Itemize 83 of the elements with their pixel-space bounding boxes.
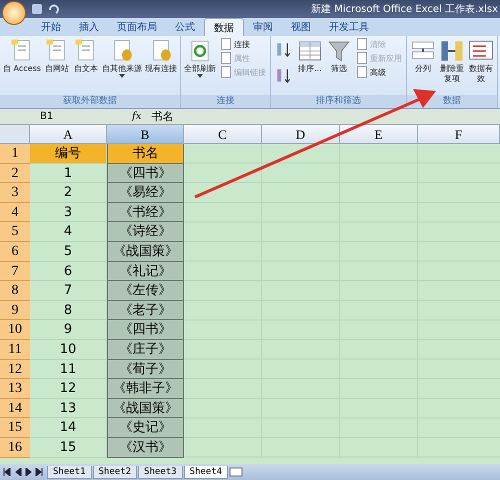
document-icon (220, 38, 232, 50)
table-cell: 《左传》 (107, 281, 184, 301)
ribbon-button[interactable]: 自网站 (42, 38, 71, 74)
table-cell: 《庄子》 (107, 340, 184, 360)
sheet-tab[interactable]: Sheet1 (47, 466, 92, 478)
table-cell: 《四书》 (107, 320, 184, 340)
row-header[interactable]: 3 (0, 183, 30, 203)
formula-field[interactable]: 书名 (151, 109, 174, 124)
ribbon-tab[interactable]: 公式 (166, 18, 204, 36)
row-header[interactable]: 1 (0, 144, 30, 164)
table-cell: 《礼记》 (107, 262, 184, 282)
row-header[interactable]: 6 (0, 242, 30, 262)
ribbon-tab[interactable]: 页面布局 (108, 18, 166, 36)
ribbon-button[interactable]: 现有连接 (144, 38, 178, 74)
column-header[interactable]: C (184, 125, 262, 144)
office-button[interactable] (2, 1, 26, 25)
ribbon-button[interactable]: 全部刷新 (182, 38, 217, 78)
ribbon-button[interactable]: 自 Access (2, 38, 42, 74)
row-header[interactable]: 8 (0, 281, 30, 301)
table-cell: 《易经》 (107, 183, 184, 203)
table-cell: 《史记》 (107, 418, 184, 438)
table-cell: 《战国策》 (107, 398, 184, 418)
ribbon-tab[interactable]: 视图 (282, 18, 320, 36)
sheet-tab[interactable]: Sheet3 (138, 466, 183, 478)
table-cell: 《诗经》 (107, 222, 184, 242)
ribbon-tab[interactable]: 开发工具 (320, 18, 378, 36)
row-header[interactable]: 2 (0, 164, 30, 184)
table-cell: 《书经》 (107, 202, 184, 222)
sheet-navigation-icon[interactable] (3, 468, 43, 476)
document-icon (356, 38, 368, 50)
ribbon-button[interactable]: 分列 (408, 38, 437, 74)
ribbon-tab[interactable]: 插入 (70, 18, 108, 36)
sheet-tab[interactable]: Sheet4 (184, 466, 228, 478)
table-cell: 编号 (30, 144, 107, 164)
ribbon-tab[interactable]: 审阅 (244, 18, 282, 36)
ribbon-button[interactable]: 数据有效 (466, 38, 495, 84)
ribbon-button[interactable]: 筛选 (324, 38, 353, 74)
row-header[interactable]: 12 (0, 360, 30, 380)
row-header[interactable]: 14 (0, 398, 30, 418)
row-header[interactable]: 4 (0, 202, 30, 222)
column-header[interactable]: D (262, 125, 340, 144)
document-icon (356, 66, 368, 78)
ribbon-tab[interactable]: 开始 (32, 18, 70, 36)
column-header[interactable]: F (418, 125, 500, 144)
name-box[interactable]: B1 (0, 111, 92, 122)
ribbon-button[interactable]: 自文本 (72, 38, 100, 74)
document-icon (220, 52, 232, 64)
function-label[interactable]: fx (132, 111, 142, 122)
ribbon-button[interactable]: 排序... (296, 38, 324, 74)
row-header[interactable]: 9 (0, 300, 30, 320)
row-header[interactable]: 7 (0, 262, 30, 282)
new-sheet-icon[interactable] (229, 467, 244, 477)
group-label: 连接 (180, 95, 270, 108)
ribbon-button[interactable]: 自其他来源 (100, 38, 143, 78)
row-header[interactable]: 16 (0, 438, 30, 458)
table-cell: 《老子》 (107, 300, 184, 320)
ribbon-button[interactable]: 高级 (356, 66, 402, 78)
column-header[interactable]: B (107, 125, 184, 144)
table-cell: 《荀子》 (107, 360, 184, 380)
table-cell: 《战国策》 (107, 242, 184, 262)
sort-ascending-icon[interactable] (274, 41, 293, 59)
ribbon-button[interactable]: 删除重复项 (438, 38, 466, 84)
row-header[interactable]: 5 (0, 222, 30, 242)
ribbon-button[interactable]: 连接 (220, 38, 266, 50)
sort-descending-icon[interactable] (274, 67, 293, 85)
group-label: 排序和筛选 (270, 95, 406, 108)
row-header[interactable]: 10 (0, 320, 30, 340)
document-icon (356, 52, 368, 64)
group-label: 获取外部数据 (0, 95, 180, 108)
table-cell: 《四书》 (107, 164, 184, 184)
column-header[interactable]: E (340, 125, 418, 144)
table-cell: 书名 (107, 144, 184, 164)
document-icon (220, 66, 232, 78)
sheet-tab[interactable]: Sheet2 (92, 466, 138, 478)
row-header[interactable]: 11 (0, 340, 30, 360)
window-title: 新建 Microsoft Office Excel 工作表.xlsx (311, 2, 499, 16)
row-header[interactable]: 15 (0, 418, 30, 438)
undo-icon[interactable] (48, 4, 60, 14)
row-header[interactable]: 13 (0, 379, 30, 399)
column-header[interactable]: A (30, 125, 107, 144)
table-cell: 《汉书》 (107, 438, 184, 458)
table-cell: 《韩非子》 (107, 379, 184, 399)
ribbon-tab[interactable]: 数据 (204, 18, 244, 36)
